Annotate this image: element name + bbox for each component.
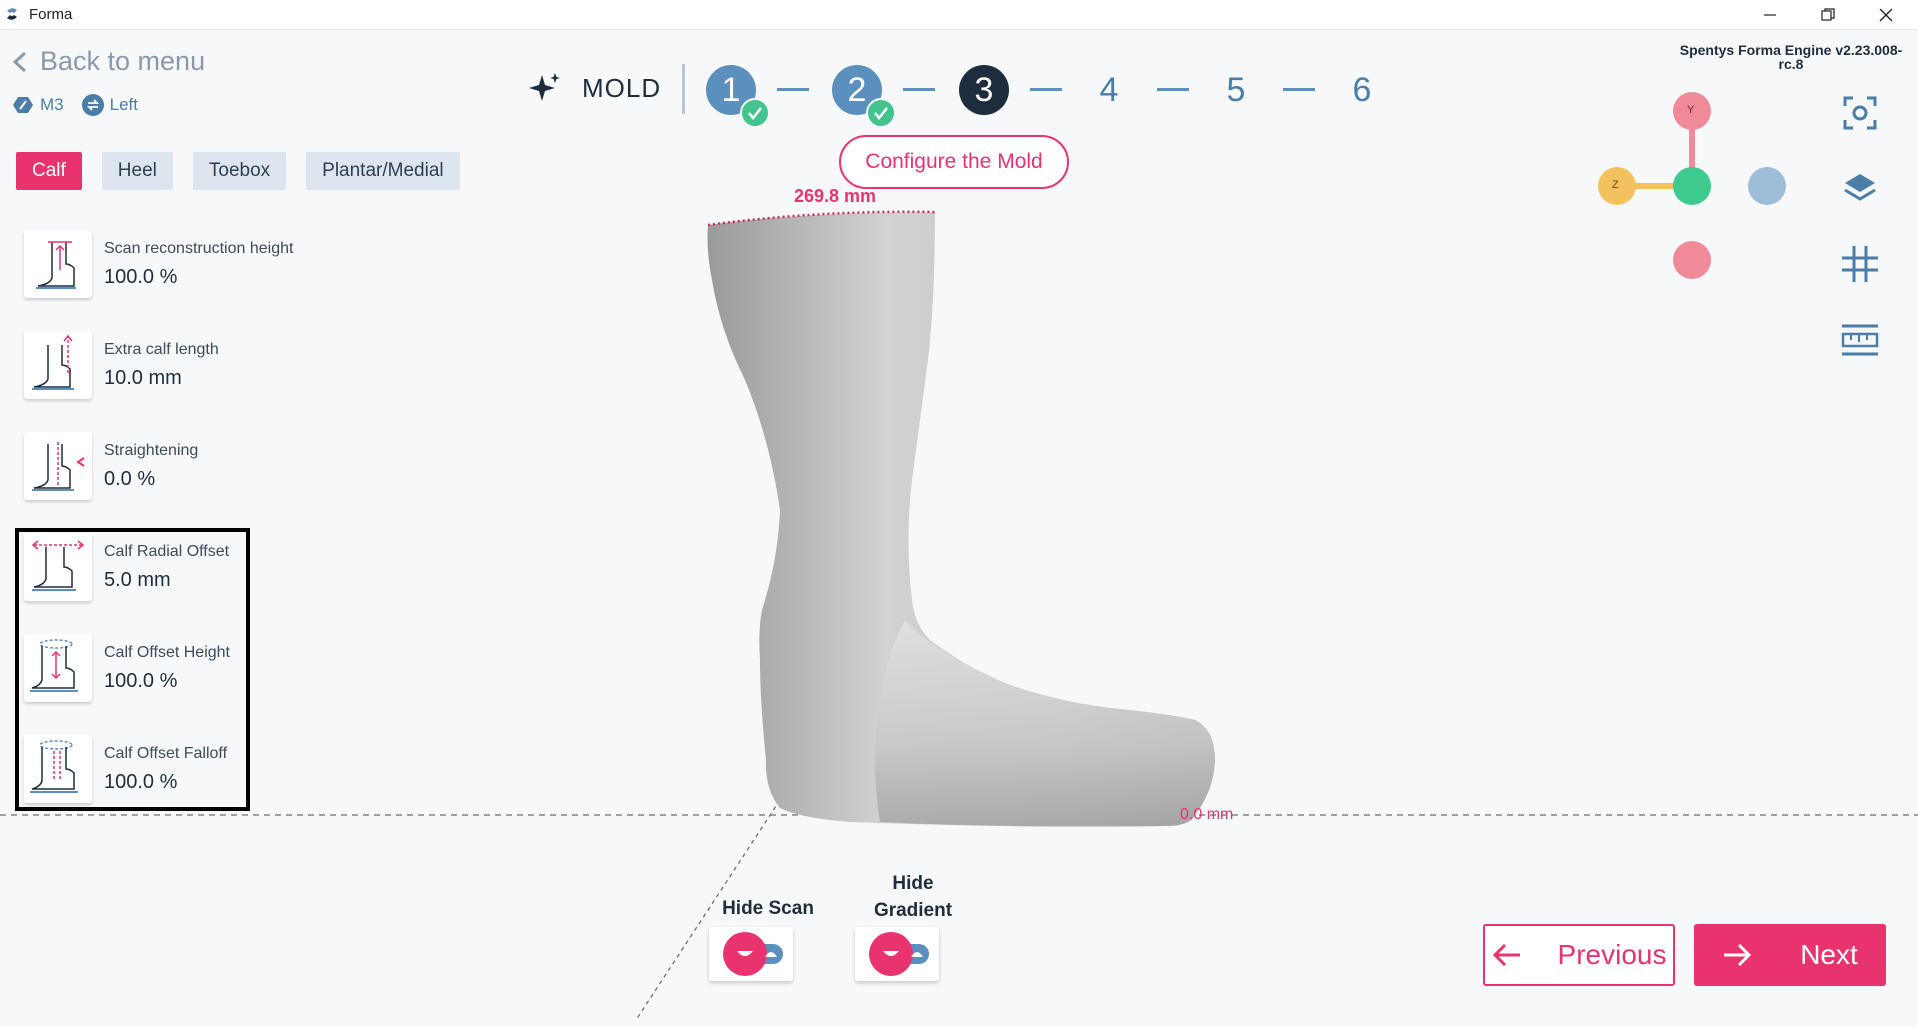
side-chip: Left [109,95,138,114]
check-icon [874,107,888,121]
scan-height-thumbnail [24,230,92,298]
step-6[interactable]: 6 [1337,65,1387,115]
back-to-menu-label: Back to menu [40,46,206,76]
scan-toggle-switch [723,932,783,976]
close-window-button[interactable] [1858,0,1914,29]
next-button[interactable]: Next [1694,924,1886,986]
top-measure-label: 269.8 mm [794,186,877,206]
minimize-button[interactable] [1742,0,1798,29]
step-connector [777,88,809,91]
gradient-toggle-switch [869,932,929,976]
engine-version: Spentys Forma Engine v2.23.008-rc.8 [1679,42,1903,72]
back-to-menu-link[interactable]: Back to menu [12,46,205,77]
gizmo-y-label: Y [1687,104,1695,116]
model-hexagon-icon [13,97,33,113]
region-tabs: Calf Heel Toebox Plantar/Medial [16,152,460,190]
arrow-left-icon [1492,943,1520,967]
top-cut-measure-line [707,210,936,227]
step-connector [1157,88,1189,91]
forma-logo-icon [7,8,17,20]
layers-icon [1844,174,1876,201]
sparkles-icon [529,73,560,101]
straightening-thumbnail [24,432,92,500]
step-2-check-badge [866,98,896,128]
foot-scan-model [707,212,1215,827]
param-scan-reconstruction-height[interactable]: Scan reconstruction height 100.0 % [24,230,293,302]
hide-scan-label: Hide Scan [722,898,814,919]
minimize-icon [1764,13,1776,16]
header-separator [682,64,685,114]
scan-height-icon [36,241,76,289]
gizmo-z-label: Z [1612,179,1619,191]
close-icon [1879,8,1893,21]
next-label: Next [1800,939,1858,970]
model-chip: M3 [40,95,64,114]
focus-view-button[interactable] [1836,89,1884,137]
layers-button[interactable] [1836,164,1884,212]
step-tooltip: Configure the Mold [839,135,1069,189]
hide-scan-toggle[interactable] [709,927,793,981]
tab-toebox[interactable]: Toebox [192,152,287,190]
gizmo-origin [1673,167,1711,205]
restore-button[interactable] [1800,0,1856,29]
grid-icon [1842,246,1878,282]
param-value: 0.0 % [104,468,156,490]
previous-button[interactable]: Previous [1483,924,1675,986]
param-label: Extra calf length [104,341,219,358]
hide-gradient-toggle[interactable] [855,927,939,981]
step-3[interactable]: 3 [959,65,1009,115]
previous-label: Previous [1557,939,1667,970]
param-extra-calf-length[interactable]: Extra calf length 10.0 mm [24,331,264,403]
param-label: Scan reconstruction height [104,240,294,257]
check-icon [748,107,762,121]
param-value: 100.0 % [104,266,178,288]
param-label: Straightening [104,442,199,459]
order-chips: M3 Left [12,94,138,116]
grid-toggle-button[interactable] [1836,240,1884,288]
selection-highlight-frame [15,528,250,811]
tab-calf[interactable]: Calf [16,152,82,190]
chevron-left-icon [12,51,27,72]
tab-plantar-medial[interactable]: Plantar/Medial [306,152,460,190]
step-5[interactable]: 5 [1211,65,1261,115]
restore-icon [1821,7,1835,21]
calf-length-thumbnail [24,331,92,399]
step-1-check-badge [740,98,770,128]
title-bar: Forma [0,0,1918,30]
ruler-button[interactable] [1836,316,1884,364]
foot-upper-shading [875,620,1215,827]
step-connector [1283,88,1315,91]
straightening-icon [32,442,85,491]
step-4[interactable]: 4 [1084,65,1134,115]
param-value: 10.0 mm [104,367,182,389]
gizmo-neg-y-handle[interactable] [1673,241,1711,279]
step-connector [1030,88,1062,91]
step-connector [903,88,935,91]
window-title: Forma [29,6,73,23]
mold-section-header: MOLD [528,71,661,105]
swap-side-icon [81,94,104,116]
arrow-right-icon [1724,943,1752,967]
ground-measure-label: 0.0 mm [1180,806,1234,823]
hide-gradient-label: Hide Gradient [873,873,953,921]
gizmo-x-handle[interactable] [1748,167,1786,205]
calf-length-icon [32,334,74,390]
param-straightening[interactable]: Straightening 0.0 % [24,432,264,504]
mold-label: MOLD [582,72,662,103]
tab-heel[interactable]: Heel [101,152,173,190]
ruler-icon [1841,324,1879,356]
focus-frame-icon [1843,96,1877,130]
